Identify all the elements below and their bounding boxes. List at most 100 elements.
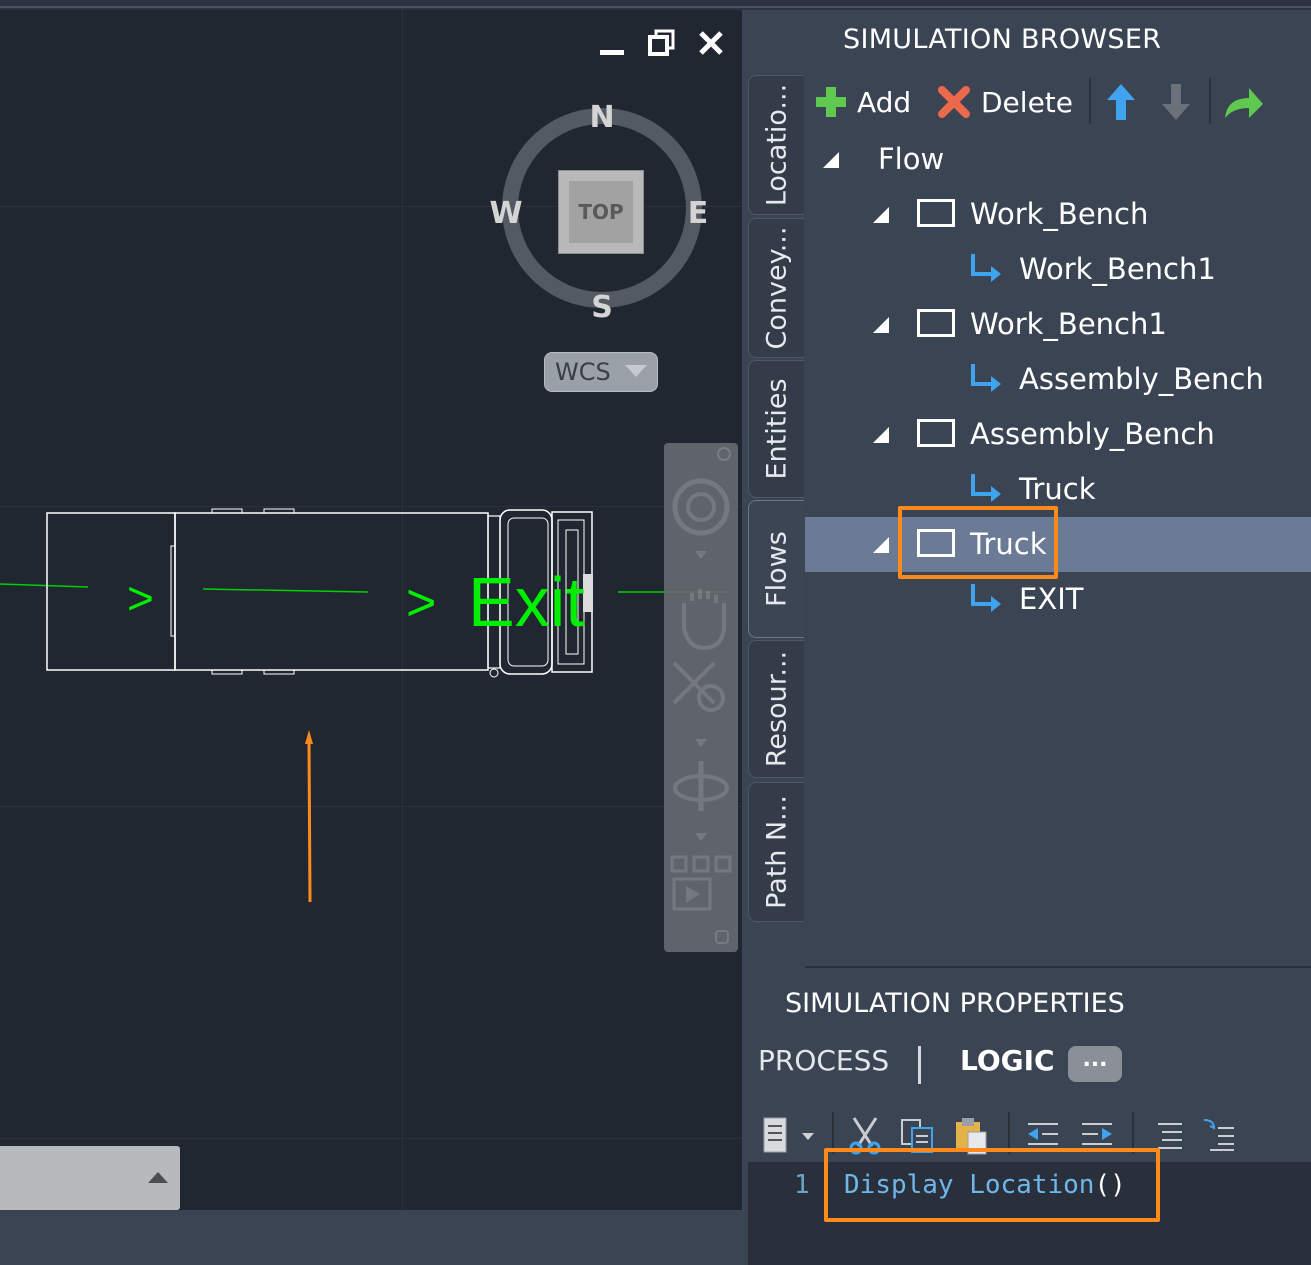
more-options-button[interactable]: ... xyxy=(1068,1046,1122,1082)
add-label: Add xyxy=(857,85,912,119)
tab-process[interactable]: PROCESS xyxy=(758,1044,889,1077)
browser-toolbar: Add Delete xyxy=(805,72,1311,134)
restore-button[interactable] xyxy=(644,28,678,58)
copy-button[interactable] xyxy=(898,1116,938,1160)
tree-node-label: Assembly_Bench xyxy=(970,417,1215,451)
tree-node-label: Assembly_Bench xyxy=(1019,362,1264,396)
paste-button[interactable] xyxy=(952,1116,992,1160)
close-icon xyxy=(699,31,723,55)
comment-button[interactable] xyxy=(1148,1116,1188,1160)
compass-west[interactable]: W xyxy=(486,196,526,232)
expand-toggle-icon[interactable] xyxy=(873,537,889,553)
tree-node-location[interactable]: Work_Bench xyxy=(805,187,1311,242)
location-box-icon xyxy=(917,419,955,447)
browser-title: SIMULATION BROWSER xyxy=(843,24,1162,55)
expand-toggle-icon[interactable] xyxy=(873,207,889,223)
toolbar-divider xyxy=(1089,78,1091,124)
tree-node-route[interactable]: Assembly_Bench xyxy=(805,352,1311,407)
tab-divider xyxy=(918,1046,921,1084)
view-cube[interactable]: N S W E TOP xyxy=(489,100,710,325)
tab-logic[interactable]: LOGIC xyxy=(960,1044,1055,1077)
truck-drawing[interactable]: > > Exit xyxy=(0,500,742,690)
close-viewport-button[interactable] xyxy=(694,28,728,58)
tree-node-label: EXIT xyxy=(1019,582,1084,616)
chevron-down-icon xyxy=(625,365,647,377)
line-number: 1 xyxy=(794,1170,810,1200)
minimize-button[interactable] xyxy=(594,28,628,58)
drawing-viewport[interactable]: N S W E TOP WCS > > Exit xyxy=(0,10,742,1210)
flow-arrow-2: > xyxy=(406,574,436,632)
delete-x-icon xyxy=(938,86,970,118)
redo-button[interactable] xyxy=(1223,82,1265,122)
add-button[interactable]: Add xyxy=(815,82,911,122)
tab-path-networks[interactable]: Path N... xyxy=(748,782,804,922)
tab-conveyors[interactable]: Convey... xyxy=(748,218,804,358)
document-icon xyxy=(763,1117,814,1153)
increase-indent-button[interactable] xyxy=(1078,1116,1118,1160)
move-down-button[interactable] xyxy=(1160,82,1192,122)
tab-resources[interactable]: Resour... xyxy=(748,640,804,778)
indent-icon xyxy=(1082,1123,1112,1145)
route-arrow-icon xyxy=(971,584,1001,612)
chevron-up-icon xyxy=(148,1172,168,1183)
exit-label: Exit xyxy=(468,563,585,641)
tree-node-location[interactable]: Work_Bench1 xyxy=(805,297,1311,352)
tree-node-route[interactable]: Work_Bench1 xyxy=(805,242,1311,297)
tree-node-label: Work_Bench xyxy=(970,197,1149,231)
copy-icon xyxy=(901,1119,933,1153)
top-strip xyxy=(0,0,1311,10)
uncomment-button[interactable] xyxy=(1200,1116,1240,1160)
compass-south[interactable]: S xyxy=(582,290,622,326)
tree-node-flow[interactable]: Flow xyxy=(805,132,1311,187)
tree-node-label: Work_Bench1 xyxy=(1019,252,1216,286)
compass-north[interactable]: N xyxy=(582,100,622,136)
tree-node-route[interactable]: EXIT xyxy=(805,572,1311,627)
route-arrow-icon xyxy=(971,364,1001,392)
compass-east[interactable]: E xyxy=(678,196,718,232)
ucs-menu[interactable]: WCS xyxy=(544,352,658,392)
code-line[interactable]: Display Location() xyxy=(844,1170,1126,1200)
view-cube-top-face[interactable]: TOP xyxy=(558,170,644,254)
code-text: Display Location xyxy=(844,1170,1095,1200)
layout-tabs-toggle[interactable] xyxy=(0,1146,180,1210)
restore-icon xyxy=(648,29,675,56)
document-dropdown-button[interactable] xyxy=(760,1116,820,1160)
orbit-icon xyxy=(673,761,729,811)
cut-button[interactable] xyxy=(846,1116,886,1160)
tab-entities-label: Entities xyxy=(761,378,792,480)
tree-node-label: Flow xyxy=(878,142,945,176)
expand-toggle-icon[interactable] xyxy=(873,427,889,443)
comment-lines-icon xyxy=(1158,1123,1182,1149)
ucs-label: WCS xyxy=(555,358,611,386)
toolbar-divider xyxy=(1209,78,1211,124)
delete-label: Delete xyxy=(981,85,1073,119)
move-up-button[interactable] xyxy=(1105,82,1137,122)
location-box-icon xyxy=(917,529,955,557)
navigation-bar[interactable] xyxy=(664,443,738,952)
move-down-icon xyxy=(1162,84,1190,120)
tree-node-location[interactable]: Assembly_Bench xyxy=(805,407,1311,462)
tree-node-route[interactable]: Truck xyxy=(805,462,1311,517)
expand-toggle-icon[interactable] xyxy=(873,317,889,333)
expand-toggle-icon[interactable] xyxy=(823,152,839,168)
minimize-icon xyxy=(600,50,624,55)
toolbar-divider xyxy=(1132,1112,1134,1154)
redo-arrow-icon xyxy=(1225,88,1263,118)
tree-node-label: Truck xyxy=(1019,472,1096,506)
tree-node-location-selected[interactable]: Truck xyxy=(805,517,1311,572)
delete-button[interactable]: Delete xyxy=(937,82,1073,122)
move-up-icon xyxy=(1107,84,1135,120)
top-divider xyxy=(0,6,1311,8)
route-arrow-icon xyxy=(971,254,1001,282)
tab-locations-label: Locatio... xyxy=(761,83,792,207)
tab-locations[interactable]: Locatio... xyxy=(748,75,804,215)
navigation-bar-tools xyxy=(670,447,732,944)
scissors-icon xyxy=(849,1117,881,1155)
tab-entities[interactable]: Entities xyxy=(748,360,804,498)
properties-tabs: PROCESS LOGIC ... xyxy=(748,1036,1311,1084)
route-arrow-icon xyxy=(971,474,1001,502)
logic-code-editor[interactable]: 1 Display Location() xyxy=(748,1162,1311,1265)
paste-icon xyxy=(956,1118,987,1155)
decrease-indent-button[interactable] xyxy=(1024,1116,1064,1160)
tab-flows[interactable]: Flows xyxy=(748,500,804,638)
